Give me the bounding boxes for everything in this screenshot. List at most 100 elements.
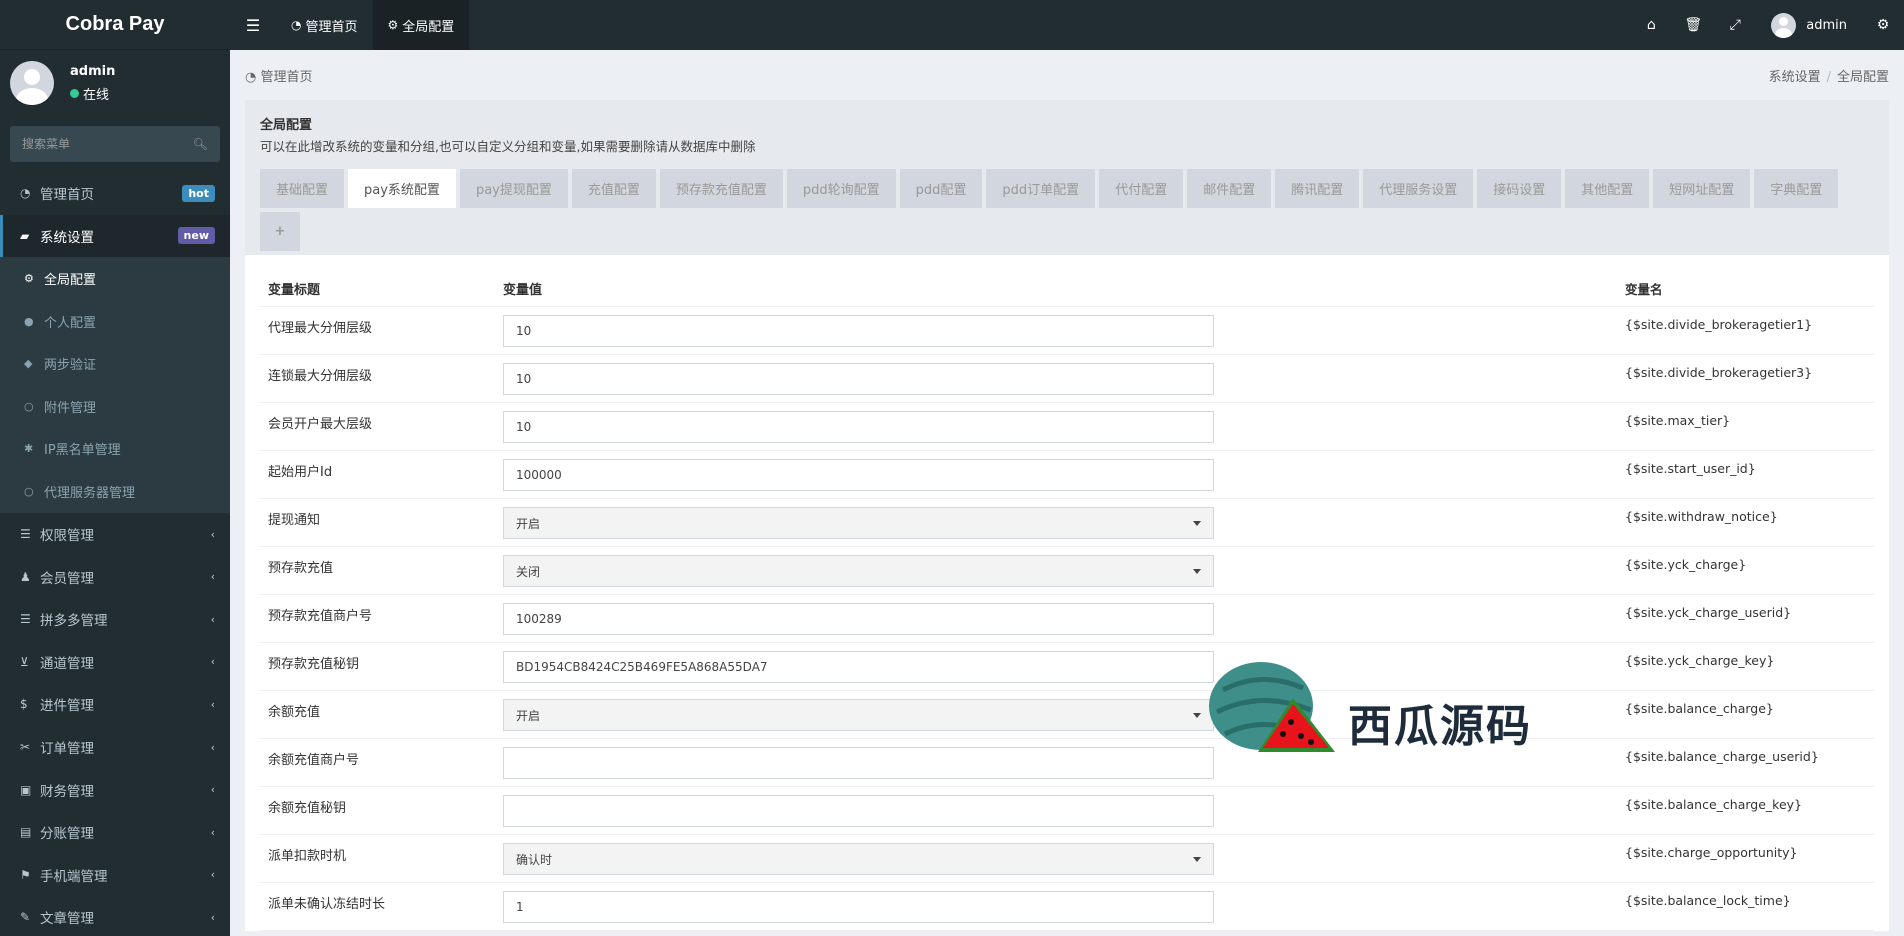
tab-pdd[interactable]: pdd配置: [899, 169, 983, 208]
tab-email[interactable]: 邮件配置: [1187, 169, 1272, 208]
variable-name: {$site.balance_lock_time}: [1625, 893, 1791, 908]
table-row: 派单扣款时机 确认时 {$site.charge_opportunity}: [260, 835, 1874, 883]
search-icon[interactable]: 🔍︎: [193, 137, 208, 151]
sidebar-item-onboarding[interactable]: $ 进件管理 ‹: [0, 683, 230, 726]
sidebar-subitem-label: IP黑名单管理: [44, 443, 121, 459]
menu-search-input[interactable]: [22, 137, 172, 151]
tab-pay-withdraw[interactable]: pay提现配置: [459, 169, 568, 208]
cart-icon: ⊻: [20, 654, 29, 669]
variable-value-input[interactable]: BD1954CB8424C25B469FE5A868A55DA7: [503, 651, 1214, 683]
column-header-title: 变量标题: [268, 283, 321, 298]
tab-proxy-service[interactable]: 代理服务设置: [1363, 169, 1474, 208]
chevron-left-icon: ‹: [210, 527, 215, 541]
scissors-icon: ✂: [20, 740, 31, 755]
sidebar-item-dashboard[interactable]: ◔ 管理首页 hot: [0, 172, 230, 215]
sidebar-subitem-proxy-servers[interactable]: ○ 代理服务器管理: [0, 470, 230, 513]
user-menu[interactable]: admin: [1756, 12, 1862, 38]
nav-tab-global-config[interactable]: ⚙ 全局配置: [372, 0, 470, 50]
sidebar-item-permissions[interactable]: ☰ 权限管理 ‹: [0, 513, 230, 556]
sidebar-subitem-label: 代理服务器管理: [44, 485, 136, 501]
tab-basic[interactable]: 基础配置: [260, 169, 345, 208]
tab-deposit-recharge[interactable]: 预存款充值配置: [659, 169, 783, 208]
chevron-left-icon: ‹: [210, 825, 215, 839]
sidebar-item-label: 通道管理: [40, 655, 94, 672]
variable-title: 余额充值商户号: [268, 753, 360, 768]
variable-name: {$site.balance_charge}: [1625, 701, 1774, 716]
variable-name: {$site.charge_opportunity}: [1625, 845, 1798, 860]
robot-icon: ✱: [24, 442, 34, 456]
variable-value-select[interactable]: 开启: [503, 507, 1214, 539]
breadcrumb-item-system-settings[interactable]: 系统设置: [1769, 70, 1821, 85]
variable-value-select[interactable]: 关闭: [503, 555, 1214, 587]
breadcrumb-home[interactable]: ◔ 管理首页: [245, 66, 313, 85]
sidebar-item-finance[interactable]: ▣ 财务管理 ‹: [0, 768, 230, 811]
user-status: 在线: [70, 84, 115, 103]
sidebar-subitem-2fa[interactable]: ◆ 两步验证: [0, 342, 230, 385]
tab-recharge[interactable]: 充值配置: [571, 169, 656, 208]
variable-name: {$site.withdraw_notice}: [1625, 509, 1778, 524]
sidebar-menu: ◔ 管理首页 hot ▰ 系统设置 new ⚙ 全局配置 ● 个人配置 ◆ 两步…: [0, 172, 230, 936]
table-row: 提现通知 开启 {$site.withdraw_notice}: [260, 499, 1874, 547]
sidebar-subitem-attachments[interactable]: ○ 附件管理: [0, 385, 230, 428]
nav-tab-label: 管理首页: [305, 19, 358, 35]
dashboard-icon: ◔: [20, 186, 31, 201]
table-row: 余额充值 开启 {$site.balance_charge}: [260, 691, 1874, 739]
variable-value-input[interactable]: 1: [503, 891, 1214, 923]
sidebar-item-members[interactable]: ♟ 会员管理 ‹: [0, 555, 230, 598]
tab-sms-code[interactable]: 接码设置: [1477, 169, 1562, 208]
chevron-left-icon: ‹: [210, 570, 215, 584]
tab-pdd-polling[interactable]: pdd轮询配置: [786, 169, 896, 208]
home-icon[interactable]: ⌂: [1630, 17, 1672, 33]
avatar: [10, 61, 54, 105]
avatar: [1771, 12, 1797, 38]
variable-name: {$site.yck_charge_userid}: [1625, 605, 1792, 620]
sidebar-toggle-icon[interactable]: ☰: [230, 0, 276, 50]
variable-title: 余额充值秘钥: [268, 801, 347, 816]
variable-value-input[interactable]: 100289: [503, 603, 1214, 635]
select-value: 开启: [516, 516, 541, 531]
variable-value-input[interactable]: 10: [503, 315, 1214, 347]
variable-value-input[interactable]: [503, 795, 1214, 827]
variable-value-input[interactable]: [503, 747, 1214, 779]
tab-other[interactable]: 其他配置: [1565, 169, 1650, 208]
main-content: ◔ 管理首页 系统设置 / 全局配置 全局配置 可以在此增改系统的变量和分组,也可以…: [230, 50, 1904, 936]
sidebar-item-system-settings[interactable]: ▰ 系统设置 new: [0, 214, 230, 258]
sidebar-subitem-ip-blacklist[interactable]: ✱ IP黑名单管理: [0, 428, 230, 471]
add-tab-button[interactable]: +: [260, 212, 300, 251]
sidebar-item-split[interactable]: ▤ 分账管理 ‹: [0, 811, 230, 854]
sidebar-item-channels[interactable]: ⊻ 通道管理 ‹: [0, 641, 230, 684]
sidebar-item-mobile[interactable]: ⚑ 手机端管理 ‹: [0, 854, 230, 897]
tab-tencent[interactable]: 腾讯配置: [1275, 169, 1360, 208]
variable-value-cell: 100289: [503, 595, 1625, 635]
variable-value-cell: BD1954CB8424C25B469FE5A868A55DA7: [503, 643, 1625, 683]
variable-value-input[interactable]: 10: [503, 363, 1214, 395]
sidebar-item-articles[interactable]: ✎ 文章管理 ‹: [0, 896, 230, 936]
fullscreen-icon[interactable]: ⤢: [1714, 17, 1756, 33]
trash-icon[interactable]: 🗑︎: [1672, 17, 1714, 33]
folder-icon: ▰: [20, 228, 30, 243]
submenu-system-settings: ⚙ 全局配置 ● 个人配置 ◆ 两步验证 ○ 附件管理 ✱ IP黑名单管理 ○ …: [0, 257, 230, 513]
variable-name: {$site.max_tier}: [1625, 413, 1731, 428]
tab-payout[interactable]: 代付配置: [1099, 169, 1184, 208]
settings-gear-icon[interactable]: ⚙: [1862, 17, 1904, 33]
sidebar-item-orders[interactable]: ✂ 订单管理 ‹: [0, 726, 230, 769]
variable-value-select[interactable]: 开启: [503, 699, 1214, 731]
nav-tab-dashboard[interactable]: ◔ 管理首页: [276, 0, 373, 50]
variable-name: {$site.start_user_id}: [1625, 461, 1756, 476]
sidebar-subitem-profile[interactable]: ● 个人配置: [0, 300, 230, 343]
variable-value-select[interactable]: 确认时: [503, 843, 1214, 875]
variable-value-input[interactable]: 10: [503, 411, 1214, 443]
tab-dictionary[interactable]: 字典配置: [1754, 169, 1839, 208]
user-add-icon: ♟: [20, 569, 31, 584]
select-value: 关闭: [516, 564, 541, 579]
variable-value-input[interactable]: 100000: [503, 459, 1214, 491]
tab-pay-system[interactable]: pay系统配置: [348, 169, 456, 208]
variable-name: {$site.balance_charge_key}: [1625, 797, 1803, 812]
tab-pdd-orders[interactable]: pdd订单配置: [986, 169, 1096, 208]
app-logo[interactable]: Cobra Pay: [0, 0, 230, 50]
sidebar-item-pinduoduo[interactable]: ☰ 拼多多管理 ‹: [0, 598, 230, 641]
tab-short-url[interactable]: 短网址配置: [1653, 169, 1751, 208]
variable-title: 会员开户最大层级: [268, 417, 373, 432]
sidebar-subitem-global-config[interactable]: ⚙ 全局配置: [0, 257, 230, 300]
table-row: 起始用户Id 100000 {$site.start_user_id}: [260, 451, 1874, 499]
